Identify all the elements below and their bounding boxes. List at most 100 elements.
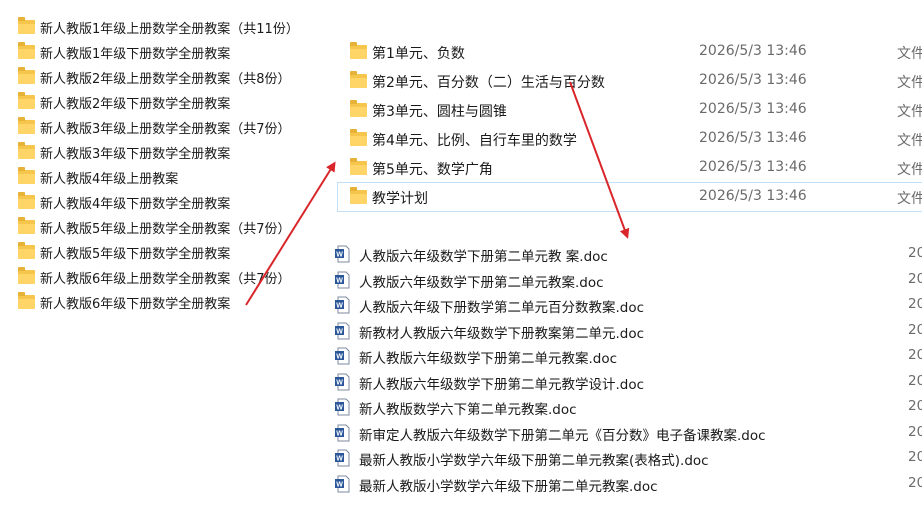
file-row[interactable]: W 人教版六年级下册数学第二单元百分数教案.doc 20 bbox=[330, 293, 922, 318]
svg-text:W: W bbox=[336, 481, 343, 488]
word-doc-icon: W bbox=[335, 475, 350, 492]
folder-name: 第3单元、圆柱与圆锥 bbox=[372, 104, 507, 120]
file-name: 人教版六年级数学下册第二单元教案.doc bbox=[359, 274, 604, 291]
folder-label: 新人教版1年级下册数学全册教案 bbox=[40, 47, 231, 62]
folder-name: 第2单元、百分数（二）生活与百分数 bbox=[372, 75, 605, 91]
folder-date: 2026/5/3 13:46 bbox=[699, 72, 807, 88]
folder-label: 新人教版2年级上册数学全册教案（共8份） bbox=[40, 72, 291, 87]
file-row[interactable]: W 新人教版六年级数学下册第二单元教学设计.doc 20 bbox=[330, 370, 922, 395]
folder-icon bbox=[18, 292, 35, 309]
file-date: 20 bbox=[908, 372, 922, 389]
folder-icon bbox=[350, 158, 367, 175]
folder-label: 新人教版6年级下册数学全册教案 bbox=[40, 297, 231, 312]
folder-item-grade6-vol1[interactable]: 新人教版6年级上册数学全册教案（共7份） bbox=[18, 265, 318, 290]
folder-icon bbox=[18, 167, 35, 184]
folder-type: 文件 bbox=[897, 75, 922, 91]
folder-item-grade3-vol1[interactable]: 新人教版3年级上册数学全册教案（共7份） bbox=[18, 115, 318, 140]
folder-icon bbox=[18, 142, 35, 159]
folder-label: 新人教版3年级下册数学全册教案 bbox=[40, 147, 231, 162]
file-name: 最新人教版小学数学六年级下册第二单元教案.doc bbox=[359, 478, 658, 495]
folder-item-grade2-vol2[interactable]: 新人教版2年级下册数学全册教案 bbox=[18, 90, 318, 115]
folder-name: 第5单元、数学广角 bbox=[372, 162, 493, 178]
folder-item-grade2-vol1[interactable]: 新人教版2年级上册数学全册教案（共8份） bbox=[18, 65, 318, 90]
file-row[interactable]: W 人教版六年级数学下册第二单元教 案.doc 20 bbox=[330, 242, 922, 267]
word-doc-icon: W bbox=[335, 296, 350, 314]
folder-type: 文件 bbox=[897, 191, 922, 207]
svg-text:W: W bbox=[336, 328, 343, 335]
file-name: 人教版六年级下册数学第二单元百分数教案.doc bbox=[359, 300, 645, 316]
folder-item-grade6-vol2[interactable]: 新人教版6年级下册数学全册教案 bbox=[18, 290, 318, 315]
folder-item-grade3-vol2[interactable]: 新人教版3年级下册数学全册教案 bbox=[18, 140, 318, 165]
file-name: 新审定人教版六年级数学下册第二单元《百分数》电子备课教案.doc bbox=[359, 427, 766, 444]
word-doc-icon: W bbox=[335, 424, 350, 441]
word-doc-icon: W bbox=[335, 398, 350, 416]
svg-text:W: W bbox=[336, 430, 343, 437]
folder-type: 文件 bbox=[897, 133, 922, 149]
word-doc-icon: W bbox=[335, 245, 350, 263]
file-row[interactable]: W 新审定人教版六年级数学下册第二单元《百分数》电子备课教案.doc 20 bbox=[330, 421, 922, 446]
svg-text:W: W bbox=[336, 379, 343, 386]
file-row[interactable]: W 新人教版数学六下第二单元教案.doc 20 bbox=[330, 395, 922, 420]
svg-text:W: W bbox=[336, 455, 343, 462]
folder-icon bbox=[350, 187, 367, 204]
folder-item-grade4-vol2[interactable]: 新人教版4年级下册数学全册教案 bbox=[18, 190, 318, 215]
file-date: 20 bbox=[908, 474, 922, 491]
folder-item-grade5-vol1[interactable]: 新人教版5年级上册数学全册教案（共7份） bbox=[18, 215, 318, 240]
folder-date: 2026/5/3 13:46 bbox=[699, 159, 807, 175]
folder-date: 2026/5/3 13:46 bbox=[699, 101, 807, 117]
svg-text:W: W bbox=[336, 302, 343, 309]
folder-icon bbox=[18, 267, 35, 284]
file-name: 新人教版六年级数学下册第二单元教学设计.doc bbox=[359, 376, 645, 393]
folder-name: 第4单元、比例、自行车里的数学 bbox=[372, 133, 577, 149]
folder-item-grade4-vol1[interactable]: 新人教版4年级上册教案 bbox=[18, 165, 318, 190]
svg-text:W: W bbox=[336, 251, 343, 258]
folder-label: 新人教版5年级上册数学全册教案（共7份） bbox=[40, 222, 291, 237]
folder-icon bbox=[350, 129, 367, 146]
file-row[interactable]: W 新人教版六年级数学下册第二单元教案.doc 20 bbox=[330, 344, 922, 369]
folder-item-grade1-vol2[interactable]: 新人教版1年级下册数学全册教案 bbox=[18, 40, 318, 65]
folder-icon bbox=[18, 217, 35, 234]
word-doc-icon: W bbox=[335, 449, 350, 467]
unit-folder-row[interactable]: 第3单元、圆柱与圆锥 2026/5/3 13:46 文件 bbox=[338, 96, 922, 124]
folder-name: 教学计划 bbox=[372, 191, 428, 207]
folder-type: 文件 bbox=[897, 104, 922, 120]
file-name: 新人教版数学六下第二单元教案.doc bbox=[359, 402, 577, 418]
folder-label: 新人教版6年级上册数学全册教案（共7份） bbox=[40, 272, 291, 287]
folder-label: 新人教版1年级上册数学全册教案（共11份） bbox=[40, 22, 299, 37]
folder-item-grade1-vol1[interactable]: 新人教版1年级上册数学全册教案（共11份） bbox=[18, 15, 318, 40]
folder-date: 2026/5/3 13:46 bbox=[699, 188, 807, 204]
file-row[interactable]: W 人教版六年级数学下册第二单元教案.doc 20 bbox=[330, 268, 922, 293]
file-row[interactable]: W 新教材人教版六年级数学下册教案第二单元.doc 20 bbox=[330, 319, 922, 344]
file-date: 20 bbox=[908, 270, 922, 287]
unit-folder-row[interactable]: 第4单元、比例、自行车里的数学 2026/5/3 13:46 文件 bbox=[338, 125, 922, 153]
file-row[interactable]: W 最新人教版小学数学六年级下册第二单元教案(表格式).doc 20 bbox=[330, 446, 922, 471]
unit-folder-row-selected[interactable]: 教学计划 2026/5/3 13:46 文件 bbox=[337, 182, 922, 212]
file-date: 20 bbox=[908, 321, 922, 338]
file-name: 最新人教版小学数学六年级下册第二单元教案(表格式).doc bbox=[359, 453, 709, 469]
folder-icon bbox=[350, 100, 367, 117]
folder-label: 新人教版3年级上册数学全册教案（共7份） bbox=[40, 122, 291, 137]
word-doc-icon: W bbox=[335, 322, 350, 339]
folder-icon bbox=[18, 42, 35, 59]
svg-text:W: W bbox=[336, 404, 343, 411]
folder-type: 文件 bbox=[897, 162, 922, 178]
file-date: 20 bbox=[908, 347, 922, 363]
folder-icon bbox=[350, 71, 367, 88]
folder-label: 新人教版2年级下册数学全册教案 bbox=[40, 97, 231, 112]
word-doc-icon: W bbox=[335, 271, 350, 288]
folder-icon bbox=[18, 67, 35, 84]
unit-folder-row[interactable]: 第1单元、负数 2026/5/3 13:46 文件 bbox=[338, 38, 922, 66]
word-doc-icon: W bbox=[335, 347, 350, 365]
folder-icon bbox=[18, 17, 35, 34]
file-date: 20 bbox=[908, 398, 922, 414]
doc-file-list: W 人教版六年级数学下册第二单元教 案.doc 20 W 人教版六年级数学下册第… bbox=[330, 242, 922, 502]
file-name: 新教材人教版六年级数学下册教案第二单元.doc bbox=[359, 325, 645, 342]
folder-date: 2026/5/3 13:46 bbox=[699, 43, 807, 59]
folder-item-grade5-vol2[interactable]: 新人教版5年级下册数学全册教案 bbox=[18, 240, 318, 265]
unit-folder-row[interactable]: 第5单元、数学广角 2026/5/3 13:46 文件 bbox=[338, 154, 922, 182]
folder-icon bbox=[18, 242, 35, 259]
folder-icon bbox=[18, 117, 35, 134]
unit-folder-row[interactable]: 第2单元、百分数（二）生活与百分数 2026/5/3 13:46 文件 bbox=[338, 67, 922, 95]
left-folder-list: 新人教版1年级上册数学全册教案（共11份） 新人教版1年级下册数学全册教案 新人… bbox=[0, 0, 320, 330]
file-row[interactable]: W 最新人教版小学数学六年级下册第二单元教案.doc 20 bbox=[330, 472, 922, 497]
